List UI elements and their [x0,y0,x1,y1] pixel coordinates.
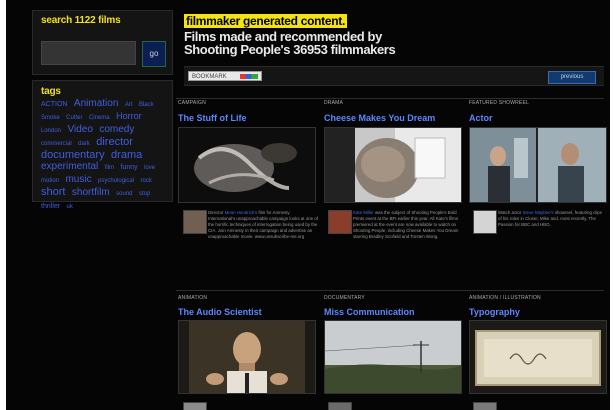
film-title-link[interactable]: Cheese Makes You Dream [324,113,435,123]
tag-link[interactable]: comedy [99,124,134,135]
film-still-image [179,321,315,393]
film-thumbnail[interactable] [324,127,462,203]
tag-link[interactable]: love [144,165,155,171]
tag-link[interactable]: experimental [41,161,98,172]
film-category: CAMPAIGN [178,100,206,106]
tag-link[interactable]: motion [41,178,59,184]
search-input[interactable] [41,41,136,65]
director-avatar [328,210,352,234]
tag-link[interactable]: psychological [98,178,134,184]
tag-link[interactable]: Art [125,102,133,108]
film-category: FEATURED SHOWREEL [469,100,529,106]
film-title-link[interactable]: The Audio Scientist [178,307,262,317]
film-title-link[interactable]: Typography [469,307,520,317]
director-avatar [183,210,207,234]
tag-link[interactable]: short [41,186,65,198]
page: search 1122 films go tags ACTION Animati… [6,0,610,410]
tag-link[interactable]: Video [67,124,92,135]
film-thumbnail[interactable] [469,320,607,394]
bookmark-label: BOOKMARK [192,74,227,80]
film-still-image [470,128,606,202]
tag-link[interactable]: Horror [116,111,142,121]
tag-link[interactable]: uk [67,204,73,210]
tag-link[interactable]: sound [116,191,132,197]
film-thumbnail[interactable] [324,320,462,394]
tagline-line-2: Shooting People's 36953 filmmakers [184,42,396,57]
tag-link[interactable]: Cutter [66,115,82,121]
tag-link[interactable]: ACTION [41,101,67,108]
tag-link[interactable]: Black [139,102,154,108]
tag-link[interactable]: stop [139,191,150,197]
film-title-link[interactable]: Miss Communication [324,307,415,317]
film-description: Director Mean Hendrick's film for Amnest… [208,210,318,239]
tag-link[interactable]: documentary [41,149,105,161]
film-thumbnail[interactable] [178,320,316,394]
film-still-image [470,321,606,393]
film-thumbnail[interactable] [178,127,316,203]
row-divider [176,98,604,99]
tag-link[interactable]: drama [111,149,142,161]
previous-button[interactable]: previous [548,71,596,84]
tag-link[interactable]: film [105,165,114,171]
search-go-button[interactable]: go [142,41,166,67]
tag-cloud: ACTION Animation Art Black Smoke Cutter … [41,97,165,212]
tagline-highlight: filmmaker generated content. [184,14,347,28]
film-title-link[interactable]: Actor [469,113,493,123]
bookmark-share-button[interactable]: BOOKMARK [188,71,262,81]
tags-panel: tags ACTION Animation Art Black Smoke Cu… [32,80,173,210]
tag-link[interactable]: Smoke [41,115,60,121]
tag-link[interactable]: shortfilm [72,187,110,198]
director-avatar [183,402,207,410]
film-thumbnail[interactable] [469,127,607,203]
tag-link[interactable]: dark [78,141,90,147]
film-description: Watch actor Steve Maybee's showreel, fea… [498,210,602,227]
tag-link[interactable]: rock [141,178,152,184]
tag-link[interactable]: Cinema [89,115,110,121]
film-still-image [179,128,315,202]
director-avatar [328,402,352,410]
search-panel: search 1122 films go [32,10,173,75]
tag-link[interactable]: Animation [74,98,118,109]
tags-title: tags [41,86,61,97]
toolbar: BOOKMARK previous [184,66,604,86]
tag-link[interactable]: director [96,136,133,148]
director-avatar [473,210,497,234]
film-still-image [325,128,461,202]
share-icons [240,74,258,79]
search-title: search 1122 films [41,15,121,26]
tag-link[interactable]: commercial [41,141,72,147]
director-avatar [473,402,497,410]
film-still-image [325,321,461,393]
film-category: ANIMATION / ILLUSTRATION [469,295,541,301]
tag-link[interactable]: funny [121,164,138,171]
film-category: DOCUMENTARY [324,295,365,301]
film-description: Kate Miller was the subject of Shooting … [353,210,459,239]
row-divider [176,290,604,291]
film-category: ANIMATION [178,295,208,301]
tag-link[interactable]: London [41,128,61,134]
film-title-link[interactable]: The Stuff of Life [178,113,247,123]
film-category: DRAMA [324,100,344,106]
tag-link[interactable]: thriller [41,203,60,210]
tag-link[interactable]: music [65,174,91,185]
